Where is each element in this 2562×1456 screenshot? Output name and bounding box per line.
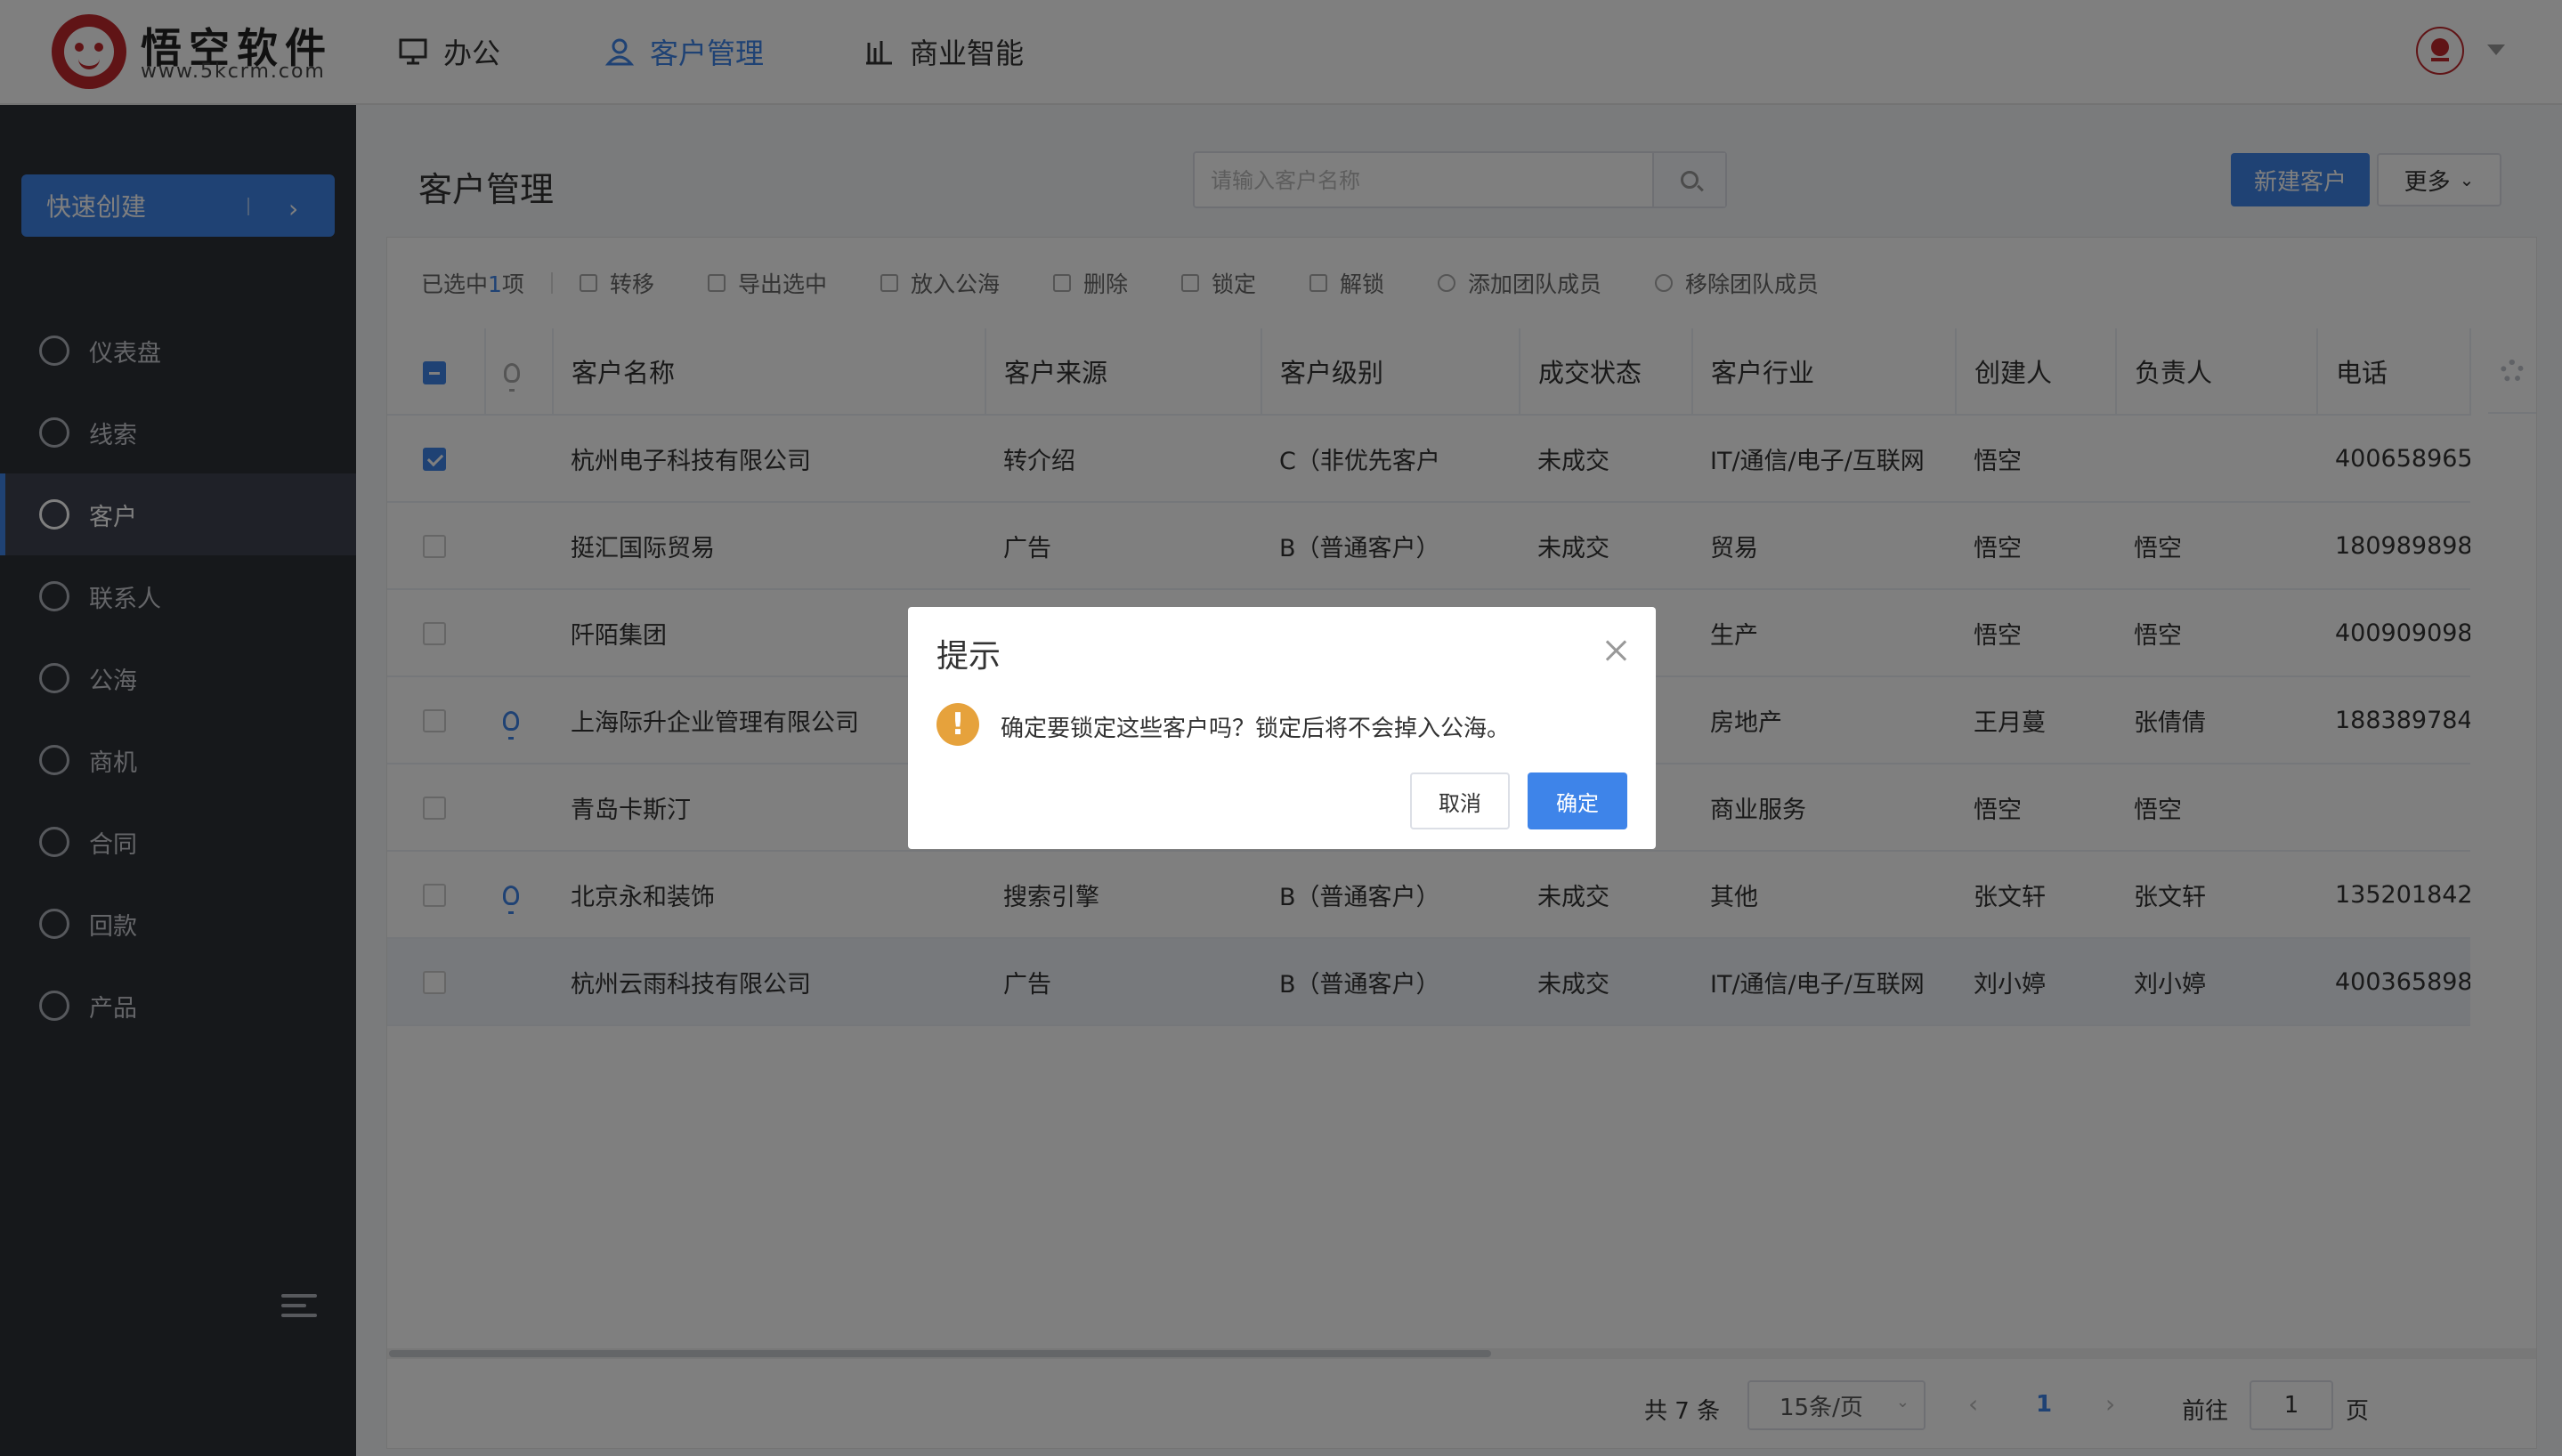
warning-icon: ! xyxy=(936,703,979,746)
confirm-button[interactable]: 确定 xyxy=(1528,772,1627,829)
confirm-dialog: 提示 ! 确定要锁定这些客户吗？锁定后将不会掉入公海。 取消 确定 xyxy=(908,607,1656,849)
close-icon[interactable] xyxy=(1602,637,1629,664)
cancel-button[interactable]: 取消 xyxy=(1410,772,1510,829)
dialog-message: 确定要锁定这些客户吗？锁定后将不会掉入公海。 xyxy=(1001,716,1511,742)
dialog-title: 提示 xyxy=(936,638,1001,675)
